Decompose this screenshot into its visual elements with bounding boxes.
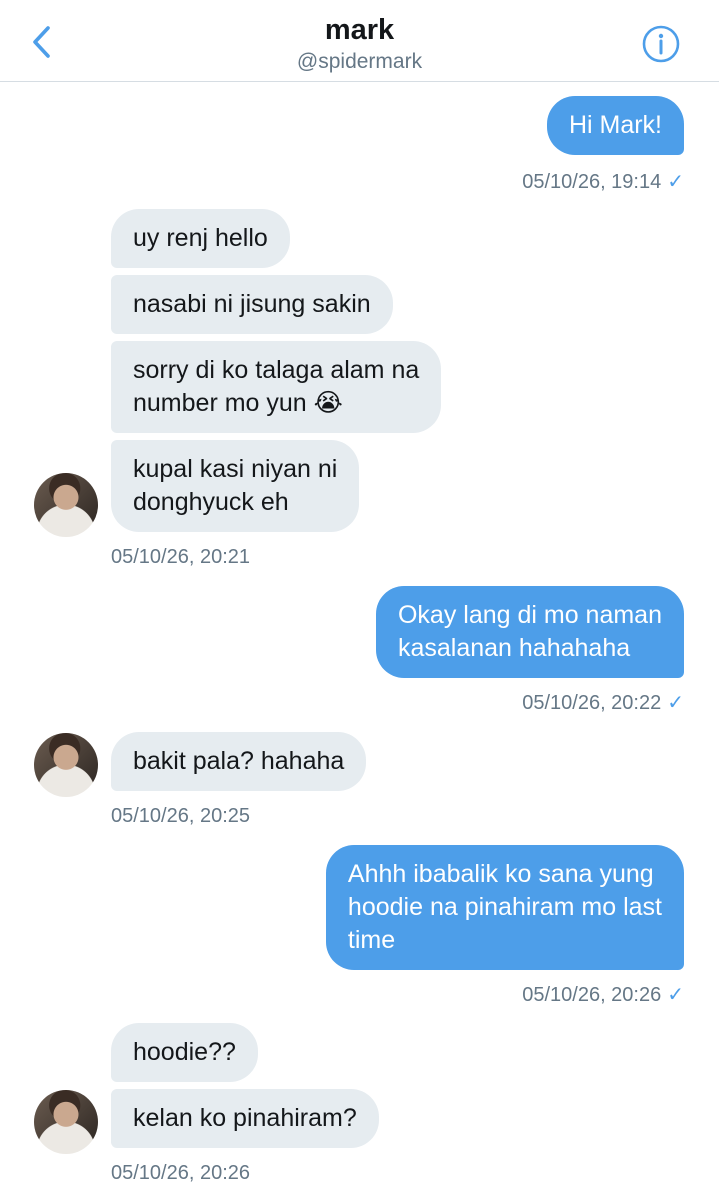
check-icon: ✓ bbox=[667, 984, 684, 1006]
contact-name: mark bbox=[324, 14, 395, 46]
message-timestamp: 05/10/26, 20:21 bbox=[111, 546, 251, 568]
contact-handle: @spidermark bbox=[296, 50, 423, 73]
received-message[interactable]: sorry di ko talaga alam na number mo yun… bbox=[111, 341, 442, 433]
check-icon: ✓ bbox=[667, 692, 684, 714]
message-timestamp: 05/10/26, 20:22 ✓ bbox=[522, 692, 684, 714]
received-message[interactable]: bakit pala? hahaha bbox=[111, 732, 367, 791]
received-message[interactable]: uy renj hello bbox=[111, 209, 290, 268]
sent-message[interactable]: Okay lang di mo naman kasalanan hahahaha bbox=[375, 586, 684, 678]
message-timestamp: 05/10/26, 19:14 ✓ bbox=[522, 171, 684, 193]
conversation-title[interactable]: mark @spidermark bbox=[0, 14, 719, 76]
message-timestamp: 05/10/26, 20:26 bbox=[111, 1162, 251, 1184]
check-icon: ✓ bbox=[667, 171, 684, 193]
sent-message[interactable]: Hi Mark! bbox=[546, 96, 684, 155]
received-message[interactable]: kelan ko pinahiram? bbox=[111, 1089, 379, 1148]
info-button[interactable] bbox=[641, 24, 681, 64]
received-message[interactable]: hoodie?? bbox=[111, 1023, 258, 1082]
contact-avatar[interactable] bbox=[34, 733, 98, 797]
received-message[interactable]: kupal kasi niyan ni donghyuck eh bbox=[111, 440, 360, 532]
message-timestamp: 05/10/26, 20:26 ✓ bbox=[522, 984, 684, 1006]
message-timestamp: 05/10/26, 20:25 bbox=[111, 805, 251, 827]
conversation-header: mark @spidermark bbox=[0, 0, 719, 82]
info-circle-icon bbox=[642, 25, 680, 63]
contact-avatar[interactable] bbox=[34, 1090, 98, 1154]
sent-message[interactable]: Ahhh ibabalik ko sana yung hoodie na pin… bbox=[325, 845, 684, 970]
received-message[interactable]: nasabi ni jisung sakin bbox=[111, 275, 393, 334]
contact-avatar[interactable] bbox=[34, 473, 98, 537]
